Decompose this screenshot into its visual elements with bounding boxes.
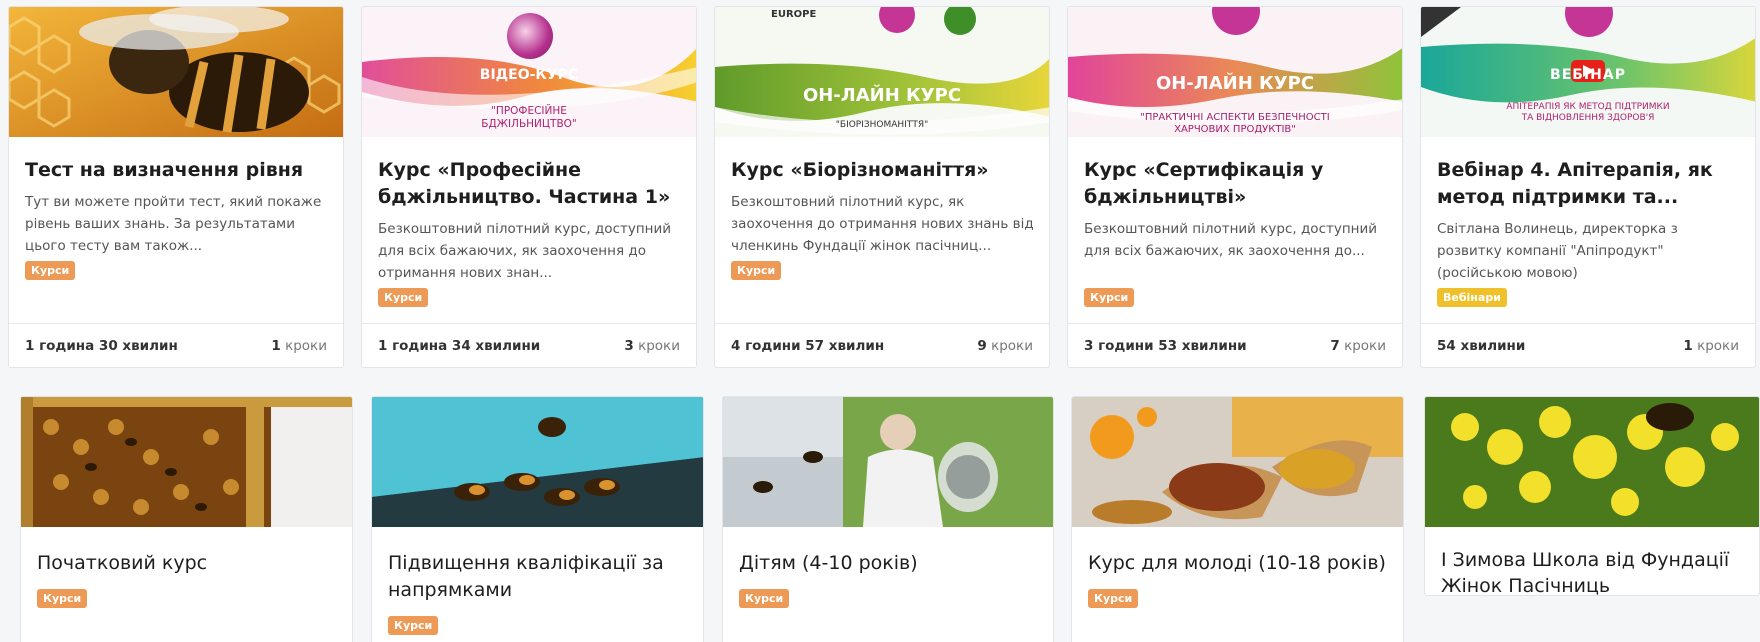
card-title[interactable]: Курс «Сертифікація у бджільництві»	[1084, 157, 1388, 211]
card-footer: 54 хвилини 1 кроки	[1421, 323, 1755, 367]
foundation-logo	[507, 13, 553, 59]
category-card[interactable]: І Зимова Школа від Фундації Жінок Пасічн…	[1424, 396, 1760, 596]
course-duration: 1 година 34 хвилини	[378, 337, 541, 354]
card-title[interactable]: Тест на визначення рівня	[25, 157, 329, 184]
card-description: Безкоштовний пілотний курс, як заохоченн…	[731, 194, 1034, 254]
category-card[interactable]: Дітям (4-10 років) Курси	[722, 396, 1054, 642]
course-duration: 54 хвилини	[1437, 337, 1526, 354]
card-title[interactable]: Підвищення кваліфікації за напрямками	[388, 550, 689, 604]
card-footer: 4 години 57 хвилин 9 кроки	[715, 323, 1049, 367]
category-badge: Курси	[1084, 288, 1135, 307]
category-badge: Курси	[25, 261, 76, 280]
banner-heading: ВЕБІНАР	[1550, 67, 1626, 83]
card-title[interactable]: І Зимова Школа від Фундації Жінок Пасічн…	[1441, 547, 1745, 595]
course-card[interactable]: ВІДЕО-КУРС "ПРОФЕСІЙНЕ БДЖІЛЬНИЦТВО" Кур…	[361, 6, 697, 368]
banner-heading: ОН-ЛАЙН КУРС	[1155, 73, 1315, 94]
banner-subheading: "БІОРІЗНОМАНІТТЯ"	[835, 120, 929, 130]
category-badge: Курси	[388, 616, 439, 635]
banner-subheading: "ПРАКТИЧНІ АСПЕКТИ БЕЗПЕЧНОСТІ ХАРЧОВИХ …	[1140, 112, 1330, 135]
course-card[interactable]: EUROPE ОН-ЛАЙН КУРС "БІОРІЗНОМАНІТТЯ" Ку…	[714, 6, 1050, 368]
course-duration: 4 години 57 хвилин	[731, 337, 885, 354]
card-title[interactable]: Початковий курс	[37, 550, 338, 577]
course-card[interactable]: ВЕБІНАР АПІТЕРАПІЯ ЯК МЕТОД ПІДТРИМКИ ТА…	[1420, 6, 1756, 368]
banner-heading: ВІДЕО-КУРС	[479, 67, 579, 83]
category-badge: Курси	[378, 288, 429, 307]
category-thumbnail[interactable]	[1072, 397, 1403, 527]
course-steps: 1 кроки	[1683, 337, 1739, 354]
course-duration: 3 години 53 хвилини	[1084, 337, 1247, 354]
banner-subheading: АПІТЕРАПІЯ ЯК МЕТОД ПІДТРИМКИ ТА ВІДНОВЛ…	[1506, 102, 1670, 123]
card-title[interactable]: Курс «Професійне бджільництво. Частина 1…	[378, 157, 682, 211]
card-description: Тут ви можете пройти тест, який покаже р…	[25, 194, 322, 254]
category-thumbnail[interactable]	[21, 397, 352, 527]
category-card[interactable]: Курс для молоді (10-18 років) Курси	[1071, 396, 1404, 642]
category-badge: Курси	[37, 589, 88, 608]
card-description: Безкоштовний пілотний курс, доступний дл…	[378, 221, 672, 281]
partner-logo-text: EUROPE	[771, 9, 817, 20]
card-title[interactable]: Дітям (4-10 років)	[739, 550, 1039, 577]
category-badge: Курси	[1088, 589, 1139, 608]
card-footer: 3 години 53 хвилини 7 кроки	[1068, 323, 1402, 367]
category-thumbnail[interactable]	[372, 397, 703, 527]
card-description: Безкоштовний пілотний курс, доступний дл…	[1084, 221, 1378, 259]
card-footer: 1 година 30 хвилин 1 кроки	[9, 323, 343, 367]
course-card[interactable]: Тест на визначення рівня Тут ви можете п…	[8, 6, 344, 368]
banner-heading: ОН-ЛАЙН КУРС	[802, 85, 962, 106]
card-footer: 1 година 34 хвилини 3 кроки	[362, 323, 696, 367]
card-title[interactable]: Курс «Біорізноманіття»	[731, 157, 1035, 184]
category-badge: Курси	[739, 589, 790, 608]
course-steps: 9 кроки	[977, 337, 1033, 354]
category-card[interactable]: Початковий курс Курси	[20, 396, 353, 642]
card-title[interactable]: Курс для молоді (10-18 років)	[1088, 550, 1389, 577]
course-card[interactable]: ОН-ЛАЙН КУРС "ПРАКТИЧНІ АСПЕКТИ БЕЗПЕЧНО…	[1067, 6, 1403, 368]
course-thumbnail[interactable]: ВІДЕО-КУРС "ПРОФЕСІЙНЕ БДЖІЛЬНИЦТВО"	[362, 7, 696, 137]
category-badge: Курси	[731, 261, 782, 280]
category-badge: Вебінари	[1437, 288, 1507, 307]
course-thumbnail[interactable]: ВЕБІНАР АПІТЕРАПІЯ ЯК МЕТОД ПІДТРИМКИ ТА…	[1421, 7, 1755, 137]
course-duration: 1 година 30 хвилин	[25, 337, 178, 354]
category-card[interactable]: Підвищення кваліфікації за напрямками Ку…	[371, 396, 704, 642]
category-thumbnail[interactable]	[723, 397, 1053, 527]
category-thumbnail[interactable]	[1425, 397, 1759, 527]
course-thumbnail[interactable]: EUROPE ОН-ЛАЙН КУРС "БІОРІЗНОМАНІТТЯ"	[715, 7, 1049, 137]
course-steps: 1 кроки	[271, 337, 327, 354]
course-thumbnail[interactable]: ОН-ЛАЙН КУРС "ПРАКТИЧНІ АСПЕКТИ БЕЗПЕЧНО…	[1068, 7, 1402, 137]
course-steps: 3 кроки	[624, 337, 680, 354]
course-steps: 7 кроки	[1330, 337, 1386, 354]
card-title[interactable]: Вебінар 4. Апітерапія, як метод підтримк…	[1437, 157, 1741, 211]
banner-subheading: "ПРОФЕСІЙНЕ БДЖІЛЬНИЦТВО"	[481, 105, 577, 130]
course-thumbnail[interactable]	[9, 7, 343, 137]
card-description: Світлана Волинець, директорка з розвитку…	[1437, 221, 1678, 281]
